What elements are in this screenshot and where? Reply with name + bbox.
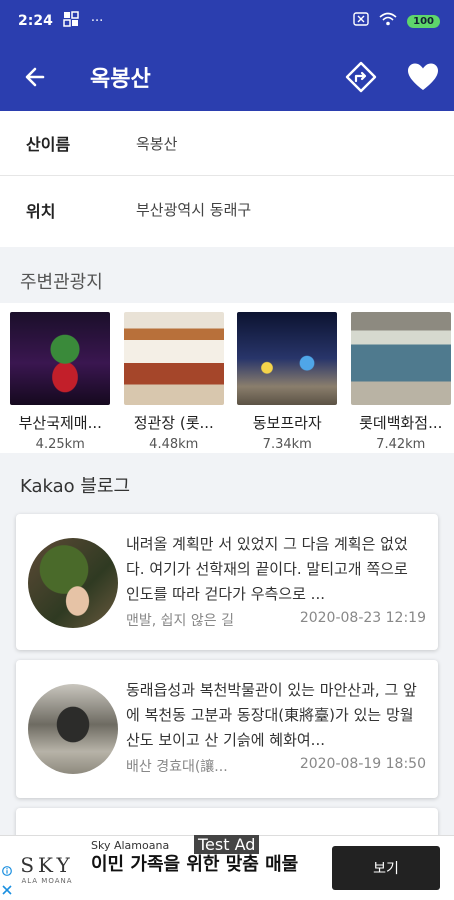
page-title: 옥봉산 <box>90 66 151 92</box>
gallery-notification-icon <box>63 11 79 31</box>
app-bar: 2:24 ··· 100 옥봉산 <box>0 0 454 111</box>
more-notifications-icon: ··· <box>90 13 104 29</box>
ad-banner[interactable]: SKY ALA MOANA Sky Alamoana Test Ad 이민 가족… <box>0 835 454 900</box>
nearby-distance: 7.42km <box>376 437 426 452</box>
blog-post-date: 2020-08-19 18:50 <box>299 756 426 772</box>
ad-advertiser: Sky Alamoana <box>91 839 170 852</box>
nearby-attractions-list[interactable]: 부산국제매... 4.25km 정관장 (롯... 4.48km 동보프라자 7… <box>0 303 454 453</box>
info-value: 옥봉산 <box>136 134 178 153</box>
directions-icon <box>345 61 377 92</box>
blog-thumbnail <box>28 684 118 774</box>
nearby-name: 부산국제매... <box>18 414 102 432</box>
nearby-item[interactable]: 동보프라자 7.34km <box>234 303 341 453</box>
blog-post-excerpt: 내려올 계획만 서 있었지 그 다음 계획은 없었다. 여기가 선학재의 끝이다… <box>126 535 408 603</box>
sim-icon <box>353 12 369 30</box>
nearby-name: 동보프라자 <box>252 414 322 432</box>
info-value: 부산광역시 동래구 <box>136 201 252 219</box>
status-bar: 2:24 ··· 100 <box>0 0 454 42</box>
info-row-location: 위치 부산광역시 동래구 <box>0 175 454 243</box>
blog-post-source: 맨발, 쉽지 않은 길 <box>126 613 234 629</box>
nearby-section-title: 주변관광지 <box>20 272 103 293</box>
nearby-item[interactable]: 정관장 (롯... 4.48km <box>121 303 228 453</box>
nearby-thumbnail <box>123 312 224 405</box>
battery-indicator: 100 <box>407 14 440 28</box>
wifi-icon <box>379 12 397 30</box>
favorite-button[interactable] <box>392 42 454 111</box>
back-button[interactable] <box>0 42 70 111</box>
nearby-distance: 4.25km <box>35 437 85 452</box>
blog-post-meta: 배산 경효대(讓... 2020-08-19 18:50 <box>126 756 426 776</box>
blog-post-excerpt: 동래읍성과 복천박물관이 있는 마안산과, 그 앞에 복천동 고분과 동장대(東… <box>126 681 417 749</box>
directions-button[interactable] <box>330 42 392 111</box>
arrow-left-icon <box>25 67 45 86</box>
mountain-info-table: 산이름 옥봉산 위치 부산광역시 동래구 <box>0 111 454 247</box>
nearby-name: 정관장 (롯... <box>133 414 214 432</box>
nearby-thumbnail <box>10 312 111 405</box>
heart-icon <box>408 63 438 90</box>
blog-thumbnail <box>28 538 118 628</box>
info-label: 산이름 <box>26 135 71 154</box>
test-ad-badge: Test Ad <box>194 835 260 854</box>
blog-post-date: 2020-08-23 12:19 <box>299 610 426 626</box>
nearby-distance: 4.48km <box>149 437 199 452</box>
blog-post-card[interactable]: 동래읍성과 복천박물관이 있는 마안산과, 그 앞에 복천동 고분과 동장대(東… <box>16 660 438 798</box>
info-row-name: 산이름 옥봉산 <box>0 111 454 175</box>
nearby-item[interactable]: 부산국제매... 4.25km <box>7 303 114 453</box>
blog-section-title: Kakao 블로그 <box>20 476 131 497</box>
toolbar: 옥봉산 <box>0 42 454 111</box>
ad-cta-button[interactable]: 보기 <box>332 846 440 890</box>
nearby-thumbnail <box>237 312 338 405</box>
nearby-thumbnail <box>350 312 451 405</box>
nearby-item[interactable]: 롯데백화점... 7.42km <box>348 303 454 453</box>
status-time: 2:24 <box>18 13 53 29</box>
blog-post-card[interactable]: 내려올 계획만 서 있었지 그 다음 계획은 없었다. 여기가 선학재의 끝이다… <box>16 514 438 650</box>
blog-post-source: 배산 경효대(讓... <box>126 759 228 775</box>
info-label: 위치 <box>26 201 56 221</box>
blog-post-meta: 맨발, 쉽지 않은 길 2020-08-23 12:19 <box>126 610 426 630</box>
nearby-distance: 7.34km <box>262 437 312 452</box>
ad-headline: 이민 가족을 위한 맞춤 매물 <box>91 854 299 875</box>
nearby-name: 롯데백화점... <box>359 414 443 432</box>
ad-logo: SKY ALA MOANA <box>20 853 74 885</box>
